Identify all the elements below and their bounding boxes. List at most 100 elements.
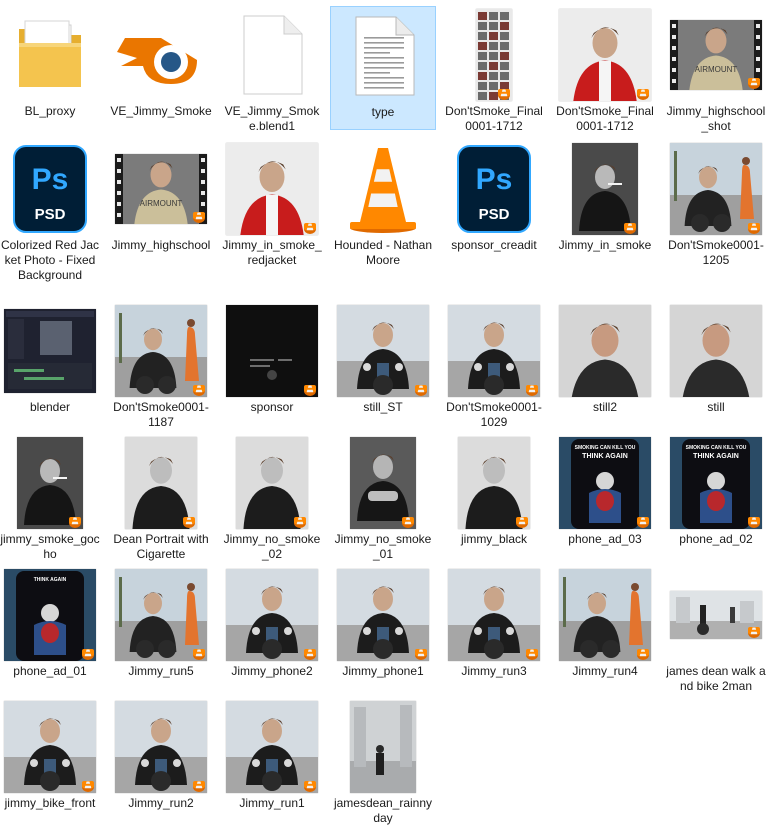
file-name-label: blender [29, 400, 71, 414]
file-item[interactable]: Dean Portrait with Cigarette [108, 434, 214, 561]
file-item[interactable]: Jimmy_run3 [441, 566, 547, 690]
file-item[interactable]: still [663, 302, 768, 426]
file-thumbnail-area [219, 8, 325, 102]
vlc-badge-icon [181, 513, 197, 529]
file-item[interactable]: Don'tSmoke0001-1029 [441, 302, 547, 429]
file-thumbnail-area [663, 142, 768, 236]
file-item[interactable]: Jimmy_run1 [219, 698, 325, 822]
file-item[interactable]: Ps PSD sponsor_creadit [441, 140, 547, 264]
image-thumb [337, 305, 429, 397]
file-thumbnail-area [0, 8, 103, 102]
vlc-badge-icon [622, 219, 638, 235]
file-item[interactable]: still_ST [330, 302, 436, 426]
file-name-label: jimmy_bike_front [4, 796, 96, 810]
video-thumb [115, 305, 207, 397]
vlc-badge-icon [302, 381, 318, 397]
file-thumbnail-area [108, 8, 214, 102]
file-item[interactable]: SMOKING CAN KILL YOU THINK AGAIN phone_ad… [663, 434, 768, 558]
file-name-label: sponsor_creadit [451, 238, 537, 252]
vlc-badge-icon [400, 513, 416, 529]
file-item[interactable]: SMOKING CAN KILL YOU THINK AGAIN phone_ad… [552, 434, 658, 558]
video-thumb [670, 143, 762, 235]
file-item[interactable]: jamesdean_rainnyday [330, 698, 436, 825]
file-item[interactable]: Ps PSD Colorized Red Jacket Photo - Fixed… [0, 140, 103, 282]
file-item[interactable]: AIRMOUNT Jimmy_highschool_shot [663, 6, 768, 133]
file-name-label: type [371, 105, 395, 119]
file-item[interactable]: Don'tSmoke_Final0001-1712 [552, 6, 658, 133]
file-thumbnail-area [219, 142, 325, 236]
file-thumbnail-area: AIRMOUNT [108, 142, 214, 236]
film-strip-icon [115, 154, 123, 224]
file-thumbnail-area [0, 436, 103, 530]
file-thumbnail-area: SMOKING CAN KILL YOU THINK AGAIN [663, 436, 768, 530]
file-item[interactable]: BL_proxy [0, 6, 103, 130]
file-item[interactable]: AIRMOUNT Jimmy_highschool [108, 140, 214, 264]
file-name-label: still2 [592, 400, 617, 414]
file-item[interactable]: james dean walk and bike 2man [663, 566, 768, 693]
file-name-label: Jimmy_phone1 [342, 664, 424, 678]
image-thumb [670, 305, 762, 397]
video-thumb [4, 309, 96, 393]
file-item[interactable]: Hounded - Nathan Moore [330, 140, 436, 267]
file-thumbnail-area [330, 304, 436, 398]
video-thumb [226, 143, 318, 235]
svg-text:AIRMOUNT: AIRMOUNT [695, 65, 738, 74]
vlc-badge-icon [496, 85, 512, 101]
file-name-label: Jimmy_in_smoke [558, 238, 652, 252]
video-thumb [572, 143, 638, 235]
vlc-badge-icon [514, 513, 530, 529]
vlc-badge-icon [191, 777, 207, 793]
file-thumbnail-area [330, 700, 436, 794]
file-item[interactable]: Jimmy_run4 [552, 566, 658, 690]
text-file-icon [352, 15, 416, 97]
video-thumb [226, 701, 318, 793]
file-thumbnail-area [441, 304, 547, 398]
vlc-badge-icon [635, 85, 651, 101]
file-item[interactable]: jimmy_smoke_gocho [0, 434, 103, 561]
file-name-label: Dean Portrait with Cigarette [113, 532, 209, 561]
file-item[interactable]: sponsor [219, 302, 325, 426]
image-thumb [350, 701, 416, 793]
file-thumbnail-area: Ps PSD [0, 142, 103, 236]
vlc-badge-icon [635, 645, 651, 661]
file-name-label: VE_Jimmy_Smoke.blend1 [224, 104, 320, 133]
file-item[interactable]: blender [0, 302, 103, 426]
file-name-label: jimmy_black [460, 532, 527, 546]
file-item[interactable]: Jimmy_no_smoke_02 [219, 434, 325, 561]
file-item[interactable]: Jimmy_phone2 [219, 566, 325, 690]
file-item[interactable]: Jimmy_no_smoke_01 [330, 434, 436, 561]
file-item[interactable]: Jimmy_in_smoke_redjacket [219, 140, 325, 267]
file-thumbnail-area [330, 568, 436, 662]
file-thumbnail-area [0, 304, 103, 398]
file-item[interactable]: Jimmy_run2 [108, 698, 214, 822]
vlc-badge-icon [746, 513, 762, 529]
file-item[interactable]: Jimmy_in_smoke [552, 140, 658, 264]
file-item[interactable]: jimmy_bike_front [0, 698, 103, 822]
file-thumbnail-area: AIRMOUNT [663, 8, 768, 102]
file-item[interactable]: THINK AGAIN phone_ad_01 [0, 566, 103, 690]
file-name-label: Jimmy_in_smoke_redjacket [222, 238, 322, 267]
file-item[interactable]: VE_Jimmy_Smoke [108, 6, 214, 130]
vlc-badge-icon [191, 645, 207, 661]
vlc-badge-icon [746, 219, 762, 235]
file-item[interactable]: still2 [552, 302, 658, 426]
image-thumb [125, 437, 197, 529]
file-thumbnail-area [663, 304, 768, 398]
file-thumbnail-area [552, 8, 658, 102]
file-item[interactable]: VE_Jimmy_Smoke.blend1 [219, 6, 325, 133]
file-item[interactable]: Jimmy_run5 [108, 566, 214, 690]
vlc-badge-icon [302, 777, 318, 793]
file-name-label: sponsor [250, 400, 294, 414]
file-item[interactable]: type [330, 6, 436, 130]
video-thumb [236, 437, 308, 529]
file-item[interactable]: Don'tSmoke0001-1205 [663, 140, 768, 267]
file-name-label: VE_Jimmy_Smoke [110, 104, 212, 118]
file-thumbnail-area [219, 436, 325, 530]
file-name-label: Jimmy_highschool [111, 238, 211, 252]
file-item[interactable]: Jimmy_phone1 [330, 566, 436, 690]
file-name-label: phone_ad_01 [13, 664, 87, 678]
file-item[interactable]: Don'tSmoke0001-1187 [108, 302, 214, 429]
file-item[interactable]: jimmy_black [441, 434, 547, 558]
file-item[interactable]: Don'tSmoke_Final0001-1712 [441, 6, 547, 133]
vlc-badge-icon [191, 381, 207, 397]
